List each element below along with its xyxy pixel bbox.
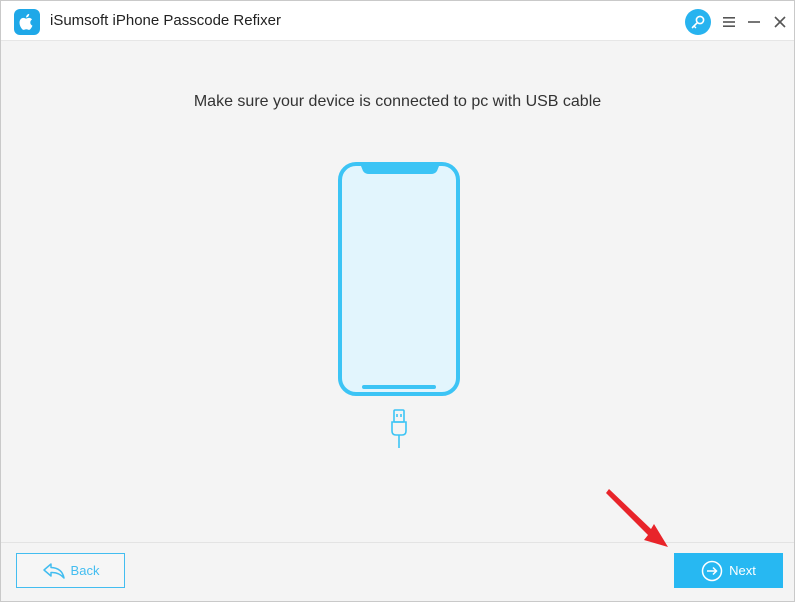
apple-logo-icon (14, 9, 40, 35)
app-title: iSumsoft iPhone Passcode Refixer (50, 12, 281, 29)
usb-cable-icon (391, 409, 407, 448)
next-arrow-icon (701, 560, 723, 581)
minimize-icon (748, 21, 760, 23)
phone-outline-icon (338, 162, 460, 396)
red-pointer-arrow-icon (606, 489, 668, 547)
next-button[interactable]: Next (674, 553, 783, 588)
key-button[interactable] (685, 9, 711, 35)
title-bar: iSumsoft iPhone Passcode Refixer (1, 1, 794, 41)
back-button[interactable]: Back (16, 553, 125, 588)
app-window: iSumsoft iPhone Passcode Refixer Make su… (0, 0, 795, 602)
key-icon (691, 15, 705, 29)
close-button[interactable] (767, 9, 793, 35)
menu-button[interactable] (716, 9, 742, 35)
menu-icon (723, 17, 735, 27)
back-button-label: Back (70, 563, 100, 578)
footer-divider (1, 542, 794, 543)
close-icon (774, 16, 786, 28)
minimize-button[interactable] (741, 9, 767, 35)
next-button-label: Next (729, 563, 756, 578)
phone-connection-illustration (338, 162, 460, 448)
back-arrow-icon (42, 562, 65, 579)
instruction-text: Make sure your device is connected to pc… (193, 93, 602, 110)
